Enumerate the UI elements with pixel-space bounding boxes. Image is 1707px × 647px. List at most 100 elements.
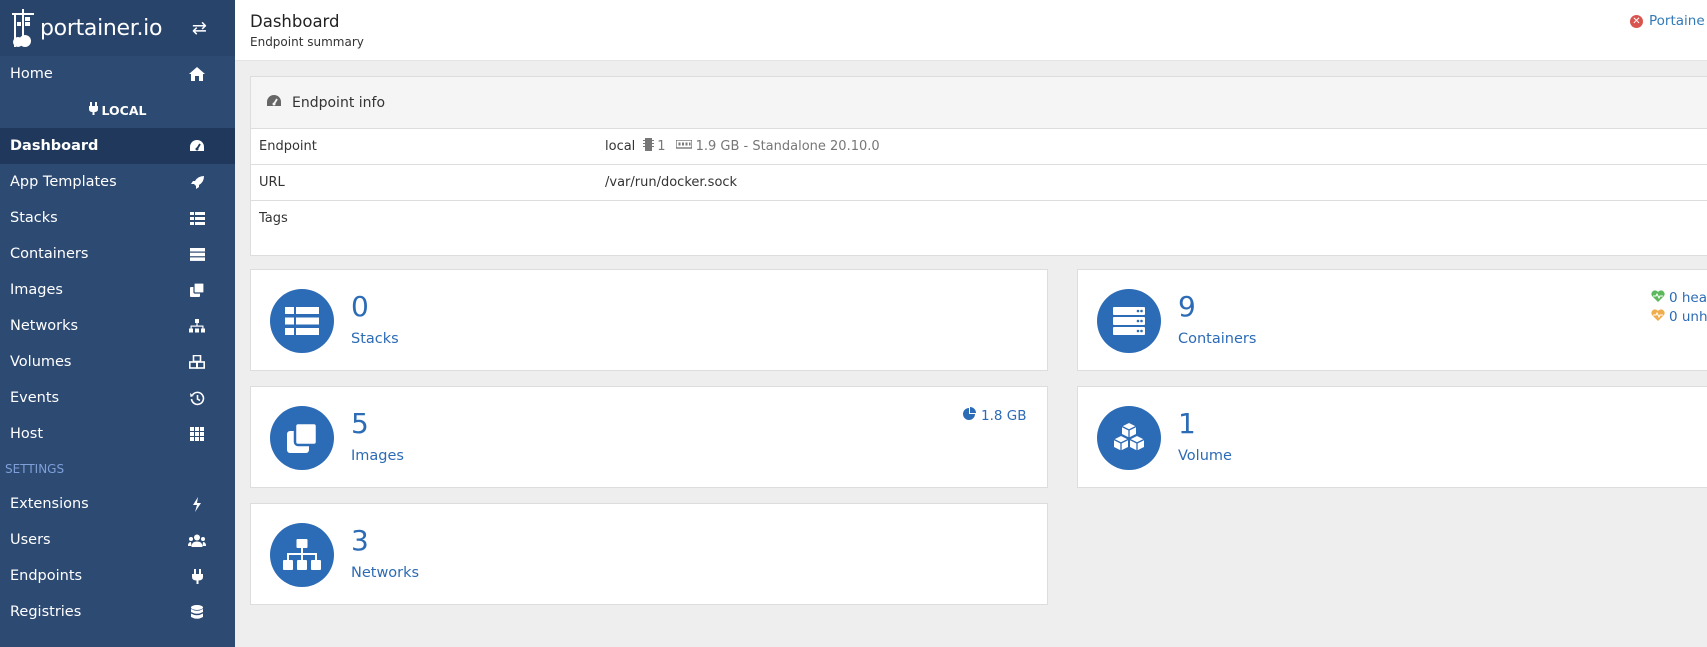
- row-value: /var/run/docker.sock: [605, 175, 738, 190]
- stacks-card[interactable]: 0 Stacks: [250, 269, 1048, 371]
- tachometer-icon: [266, 94, 282, 112]
- close-circle-icon: ✕: [1630, 14, 1643, 28]
- sidebar-item-label: Stacks: [10, 210, 58, 226]
- sidebar-item-label: Endpoints: [10, 568, 83, 584]
- sidebar-item-label: Networks: [10, 318, 79, 334]
- brand-name: portainer.io: [40, 15, 163, 41]
- clone-icon: [187, 283, 207, 297]
- sidebar-item-label: App Templates: [10, 174, 117, 190]
- networks-card[interactable]: 3 Networks: [250, 503, 1048, 605]
- server-icon: [187, 247, 207, 261]
- row-value: local 1 1.9 GB - Standalone 20.10.0: [605, 138, 1707, 155]
- microchip-icon: [643, 138, 655, 155]
- healthy-label: 0 hea: [1669, 290, 1707, 306]
- stacks-label: Stacks: [351, 331, 399, 347]
- page-title: Dashboard: [250, 12, 340, 31]
- sidebar: portainer.io ⇄ Home LOCAL Dashboard App …: [0, 0, 235, 647]
- containers-count: 9: [1178, 290, 1196, 323]
- bolt-icon: [187, 496, 207, 512]
- sidebar-item-label: Extensions: [10, 496, 89, 512]
- heartbeat-icon: [1651, 309, 1665, 325]
- sidebar-item-app-templates[interactable]: App Templates: [0, 164, 235, 200]
- row-key: URL: [259, 175, 285, 190]
- cubes-icon: [187, 355, 207, 369]
- history-icon: [187, 391, 207, 406]
- sidebar-item-registries[interactable]: Registries: [0, 594, 235, 630]
- sidebar-item-label: Registries: [10, 604, 82, 620]
- sidebar-item-label: Images: [10, 282, 63, 298]
- unhealthy-count: 0 unh: [1651, 309, 1707, 325]
- endpoint-info-panel: Endpoint info Endpoint local 1 1.9 GB - …: [250, 76, 1707, 256]
- sidebar-item-events[interactable]: Events: [0, 380, 235, 416]
- networks-label: Networks: [351, 565, 420, 581]
- sidebar-item-label: Users: [10, 532, 51, 548]
- sidebar-item-containers[interactable]: Containers: [0, 236, 235, 272]
- containers-label: Containers: [1178, 331, 1257, 347]
- header-right-label: Portaine: [1649, 13, 1705, 29]
- images-size: 1.8 GB: [963, 407, 1026, 424]
- portainer-logo-icon: [10, 7, 36, 49]
- plug-icon: [187, 568, 207, 584]
- networks-count: 3: [351, 524, 369, 557]
- endpoint-name: local: [605, 139, 636, 154]
- stacks-count: 0: [351, 290, 369, 323]
- images-size-label: 1.8 GB: [981, 407, 1027, 424]
- sidebar-item-extensions[interactable]: Extensions: [0, 486, 235, 522]
- heartbeat-icon: [1651, 290, 1665, 306]
- sidebar-item-users[interactable]: Users: [0, 522, 235, 558]
- images-card[interactable]: 5 Images 1.8 GB: [250, 386, 1048, 488]
- cpu-count: 1: [657, 139, 666, 154]
- healthy-count: 0 hea: [1651, 290, 1707, 306]
- plug-icon: [88, 102, 98, 118]
- volumes-card[interactable]: 1 Volume: [1077, 386, 1707, 488]
- url-row: URL /var/run/docker.sock: [251, 165, 1707, 201]
- list-icon: [270, 289, 334, 353]
- sidebar-item-volumes[interactable]: Volumes: [0, 344, 235, 380]
- sidebar-item-host[interactable]: Host: [0, 416, 235, 452]
- sidebar-item-label: Host: [10, 426, 44, 442]
- sidebar-item-label: Dashboard: [10, 138, 99, 154]
- th-icon: [187, 427, 207, 441]
- database-icon: [187, 604, 207, 620]
- brand[interactable]: portainer.io ⇄: [0, 0, 235, 56]
- sidebar-item-stacks[interactable]: Stacks: [0, 200, 235, 236]
- endpoint-row: Endpoint local 1 1.9 GB - Standalone 20.…: [251, 129, 1707, 165]
- images-count: 5: [351, 407, 369, 440]
- server-icon: [1097, 289, 1161, 353]
- memory-and-mode: 1.9 GB - Standalone 20.10.0: [695, 139, 880, 154]
- clone-icon: [270, 406, 334, 470]
- sidebar-item-label: Containers: [10, 246, 89, 262]
- row-key: Endpoint: [259, 139, 317, 154]
- endpoint-info-title: Endpoint info: [292, 94, 386, 111]
- sidebar-item-label: Events: [10, 390, 60, 406]
- images-label: Images: [351, 448, 404, 464]
- sidebar-item-home[interactable]: Home: [0, 56, 235, 92]
- settings-header: SETTINGS: [5, 462, 65, 476]
- home-icon: [187, 67, 207, 81]
- list-icon: [187, 211, 207, 225]
- memory-icon: [674, 139, 693, 154]
- sidebar-item-networks[interactable]: Networks: [0, 308, 235, 344]
- endpoint-name-label: LOCAL: [101, 102, 147, 118]
- sidebar-toggle-icon[interactable]: ⇄: [192, 18, 207, 39]
- endpoint-info-header: Endpoint info: [251, 77, 1707, 129]
- sidebar-item-images[interactable]: Images: [0, 272, 235, 308]
- pie-chart-icon: [963, 407, 976, 424]
- sidebar-item-label: Home: [10, 66, 53, 82]
- tags-row: Tags: [251, 201, 1707, 236]
- sitemap-icon: [270, 523, 334, 587]
- sidebar-item-dashboard[interactable]: Dashboard: [0, 128, 235, 164]
- row-key: Tags: [259, 211, 288, 226]
- unhealthy-label: 0 unh: [1669, 309, 1707, 325]
- volumes-label: Volume: [1178, 448, 1232, 464]
- cubes-icon: [1097, 406, 1161, 470]
- sidebar-item-label: Volumes: [10, 354, 72, 370]
- page-header: Dashboard Endpoint summary ✕ Portaine: [235, 0, 1707, 61]
- rocket-icon: [187, 175, 207, 190]
- endpoint-header: LOCAL: [0, 92, 235, 128]
- users-icon: [187, 534, 207, 547]
- containers-card[interactable]: 9 Containers 0 hea 0 unh: [1077, 269, 1707, 371]
- sidebar-item-endpoints[interactable]: Endpoints: [0, 558, 235, 594]
- tachometer-icon: [187, 139, 207, 153]
- header-right-link[interactable]: ✕ Portaine: [1630, 13, 1705, 29]
